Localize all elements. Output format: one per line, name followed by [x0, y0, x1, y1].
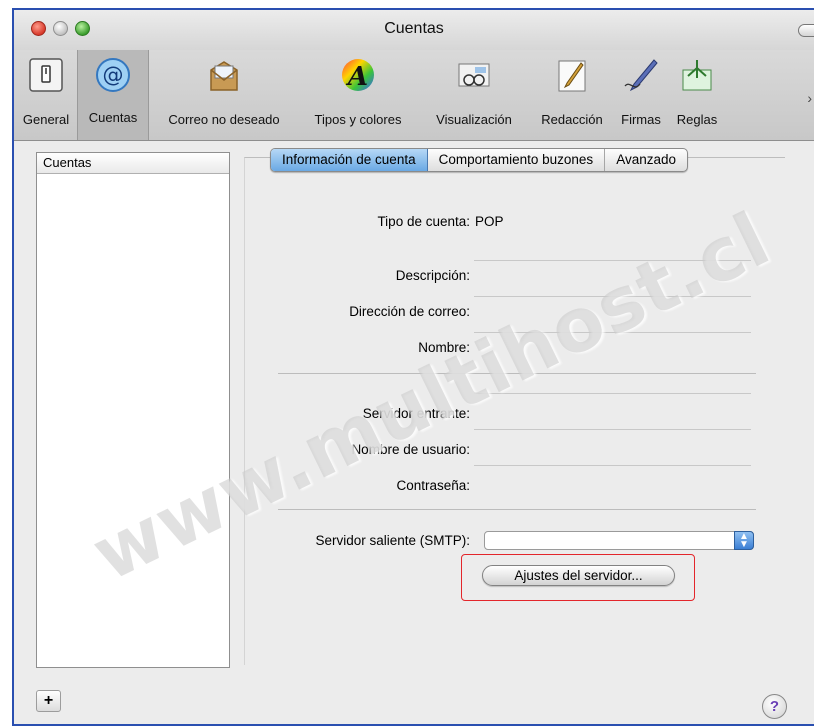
tab-bar: Información de cuenta Comportamiento buz… — [270, 148, 688, 172]
password-field[interactable] — [474, 465, 751, 487]
accounts-list[interactable]: Cuentas — [36, 152, 230, 668]
toolbar-label-viewing: Visualización — [436, 112, 512, 127]
svg-text:A: A — [345, 62, 368, 92]
toolbar-item-general[interactable]: General — [16, 52, 76, 136]
separator — [278, 509, 756, 510]
incoming-server-field[interactable] — [474, 393, 751, 415]
toolbar-toggle-button[interactable] — [798, 24, 814, 37]
title-bar: Cuentas — [14, 10, 814, 50]
window: Cuentas General @ Cuentas Correo no dese… — [12, 8, 814, 726]
help-button[interactable]: ? — [762, 694, 787, 719]
select-arrows-icon: ▲ ▼ — [734, 531, 754, 550]
toolbar: General @ Cuentas Correo no deseado A Ti… — [14, 50, 814, 141]
toolbar-label-signatures: Firmas — [621, 112, 661, 127]
switch-icon — [29, 58, 63, 92]
toolbar-item-junk[interactable]: Correo no deseado — [151, 52, 297, 136]
toolbar-item-cuentas[interactable]: @ Cuentas — [77, 50, 149, 140]
toolbar-label-cuentas: Cuentas — [88, 110, 138, 125]
toolbar-item-fonts[interactable]: A Tipos y colores — [300, 52, 416, 136]
email-label: Dirección de correo: — [349, 304, 470, 319]
toolbar-item-rules[interactable]: Reglas — [669, 52, 725, 136]
toolbar-label-general: General — [22, 112, 70, 127]
password-label: Contraseña: — [396, 478, 470, 493]
name-label: Nombre: — [418, 340, 470, 355]
toolbar-label-junk: Correo no deseado — [168, 112, 280, 127]
toolbar-label-composing: Redacción — [541, 112, 603, 127]
username-field[interactable] — [474, 429, 751, 451]
description-label: Descripción: — [395, 268, 470, 283]
smtp-label: Servidor saliente (SMTP): — [315, 533, 470, 548]
tab-mailbox-behaviors[interactable]: Comportamiento buzones — [428, 149, 606, 171]
tab-account-info[interactable]: Información de cuenta — [271, 149, 428, 171]
toolbar-overflow-icon[interactable]: › — [807, 90, 812, 106]
accounts-pane: Cuentas Información de cuenta Comportami… — [14, 141, 814, 724]
add-account-button[interactable]: + — [36, 690, 61, 712]
viewing-icon — [458, 63, 490, 87]
composing-icon — [558, 60, 586, 92]
tab-advanced[interactable]: Avanzado — [605, 149, 687, 171]
accounts-list-header: Cuentas — [37, 153, 229, 174]
toolbar-label-rules: Reglas — [676, 112, 718, 127]
fonts-colors-icon: A — [342, 59, 374, 92]
username-label: Nombre de usuario: — [351, 442, 470, 457]
name-field[interactable] — [474, 332, 751, 354]
toolbar-label-fonts: Tipos y colores — [314, 112, 402, 127]
window-title: Cuentas — [384, 20, 444, 37]
junk-mail-icon — [210, 61, 238, 91]
toolbar-item-viewing[interactable]: Visualización — [419, 52, 529, 136]
toolbar-item-signatures[interactable]: Firmas — [614, 52, 668, 136]
rules-icon — [682, 60, 712, 91]
description-field[interactable] — [474, 260, 751, 282]
at-sign-icon: @ — [96, 58, 130, 92]
server-settings-button[interactable]: Ajustes del servidor... — [482, 565, 675, 586]
svg-text:@: @ — [103, 63, 124, 87]
toolbar-item-composing[interactable]: Redacción — [532, 52, 612, 136]
smtp-server-select[interactable]: ▲ ▼ — [484, 531, 754, 550]
separator — [278, 373, 756, 374]
incoming-server-label: Servidor entrante: — [362, 406, 470, 421]
account-type-value: POP — [475, 214, 504, 229]
account-type-label: Tipo de cuenta: — [377, 214, 470, 229]
email-field[interactable] — [474, 296, 751, 318]
signature-icon — [624, 59, 658, 92]
